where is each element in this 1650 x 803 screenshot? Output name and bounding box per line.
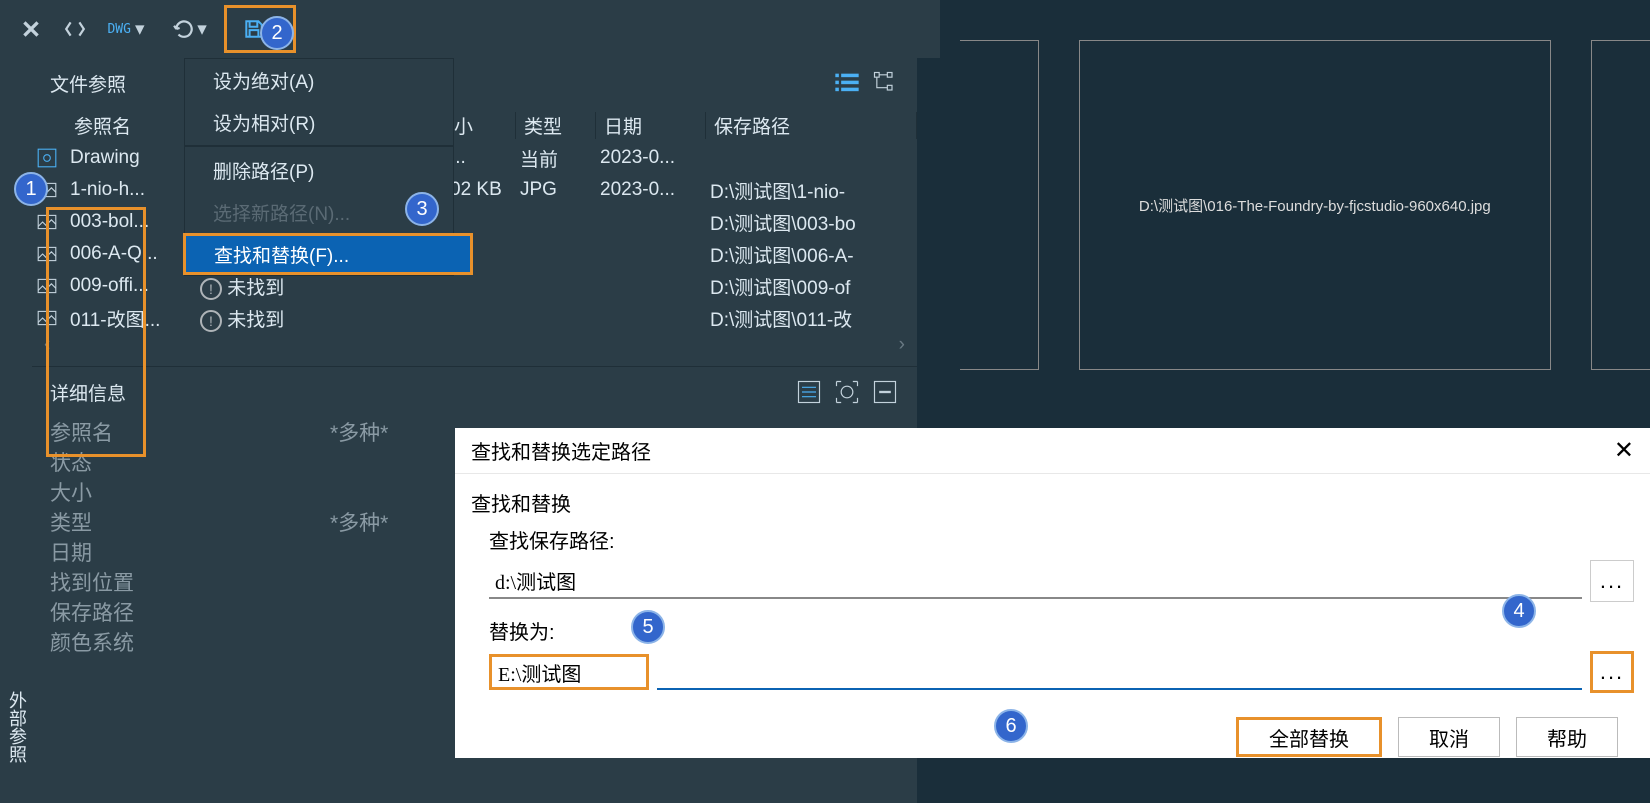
help-button[interactable]: 帮助	[1516, 717, 1618, 757]
callout-4: 4	[1502, 594, 1536, 628]
table-row[interactable]: Drawing ... 当前 2023-0...	[32, 142, 917, 174]
details-collapse-icon[interactable]	[871, 378, 899, 406]
cancel-button[interactable]: 取消	[1398, 717, 1500, 757]
image-icon	[36, 275, 58, 297]
dialog-group-label: 查找和替换	[471, 488, 1634, 517]
col-date[interactable]: 日期	[596, 112, 706, 139]
callout-6: 6	[994, 709, 1028, 743]
col-path[interactable]: 保存路径	[706, 112, 917, 139]
details-list-icon[interactable]	[795, 378, 823, 406]
warning-icon: !	[200, 310, 222, 332]
image-icon	[36, 307, 58, 329]
replace-input[interactable]	[489, 654, 649, 690]
list-view-icon[interactable]	[833, 69, 861, 97]
table-row[interactable]: 009-offi... ! 未找到 D:\测试图\009-of	[32, 270, 917, 302]
callout-3: 3	[405, 192, 439, 226]
find-input[interactable]	[489, 563, 1582, 599]
ctx-set-absolute[interactable]: 设为绝对(A)	[185, 59, 453, 101]
details-title: 详细信息	[50, 379, 126, 406]
details-preview-icon[interactable]	[833, 378, 861, 406]
preview-left	[960, 40, 1039, 370]
table-row[interactable]: 003-bol... D:\测试图\003-bo	[32, 206, 917, 238]
table-header: 参照名 小 类型 日期 保存路径	[32, 108, 917, 142]
refresh-icon	[173, 18, 195, 40]
panel-header: 文件参照	[32, 58, 917, 108]
replace-all-button[interactable]: 全部替换	[1236, 717, 1382, 757]
refresh-dropdown[interactable]: ▾	[164, 6, 216, 52]
dialog-title: 查找和替换选定路径	[471, 436, 651, 465]
table-row[interactable]: 006-A-Q... D:\测试图\006-A-	[32, 238, 917, 270]
scroll-left-icon[interactable]: ‹	[44, 334, 50, 356]
table-body: Drawing ... 当前 2023-0... 1-nio-h... 02 K…	[32, 142, 917, 334]
dwg-dropdown[interactable]: DWG ▾	[96, 6, 156, 52]
replace-input-extension	[657, 654, 1582, 690]
arrows-button[interactable]	[62, 6, 88, 52]
ctx-set-relative[interactable]: 设为相对(R)	[185, 101, 453, 143]
find-replace-dialog: 查找和替换选定路径 ✕ 查找和替换 查找保存路径: ... 替换为: ... 全…	[455, 428, 1650, 758]
find-label: 查找保存路径:	[489, 525, 1634, 554]
image-icon	[36, 243, 58, 265]
sidebar-label: 外部参照	[4, 691, 30, 763]
preview-path: D:\测试图\016-The-Foundry-by-fjcstudio-960x…	[1139, 195, 1491, 216]
ctx-remove-path[interactable]: 删除路径(P)	[185, 149, 453, 191]
preview-area: D:\测试图\016-The-Foundry-by-fjcstudio-960x…	[940, 0, 1650, 430]
browse-replace-button[interactable]: ...	[1590, 651, 1634, 693]
panel-title: 文件参照	[50, 70, 126, 97]
x-icon	[20, 18, 42, 40]
callout-1: 1	[14, 172, 48, 206]
col-type[interactable]: 类型	[516, 112, 596, 139]
table-row[interactable]: 011-改图... ! 未找到 D:\测试图\011-改	[32, 302, 917, 334]
sidebar: 外部参照	[0, 58, 32, 803]
preview-main: D:\测试图\016-The-Foundry-by-fjcstudio-960x…	[1079, 40, 1551, 370]
browse-find-button[interactable]: ...	[1590, 560, 1634, 602]
warning-icon: !	[200, 278, 222, 300]
dwg-label: DWG	[107, 22, 130, 37]
preview-right	[1591, 40, 1650, 370]
scroll-right-icon[interactable]: ›	[899, 334, 905, 356]
tree-view-icon[interactable]	[871, 69, 899, 97]
table-row[interactable]: 1-nio-h... 02 KB JPG 2023-0... D:\测试图\1-…	[32, 174, 917, 206]
drawing-icon	[36, 147, 58, 169]
close-panel-button[interactable]	[8, 6, 54, 52]
callout-2: 2	[260, 16, 294, 50]
dialog-close-button[interactable]: ✕	[1614, 436, 1634, 465]
col-size[interactable]: 小	[446, 112, 516, 139]
context-menu: 设为绝对(A) 设为相对(R) 删除路径(P) 选择新路径(N)... 查找和替…	[184, 58, 454, 276]
collapse-arrows-icon	[64, 18, 86, 40]
h-scrollbar[interactable]: ‹ ›	[32, 334, 917, 356]
callout-5: 5	[631, 610, 665, 644]
image-icon	[36, 211, 58, 233]
ctx-find-replace[interactable]: 查找和替换(F)...	[183, 233, 473, 275]
